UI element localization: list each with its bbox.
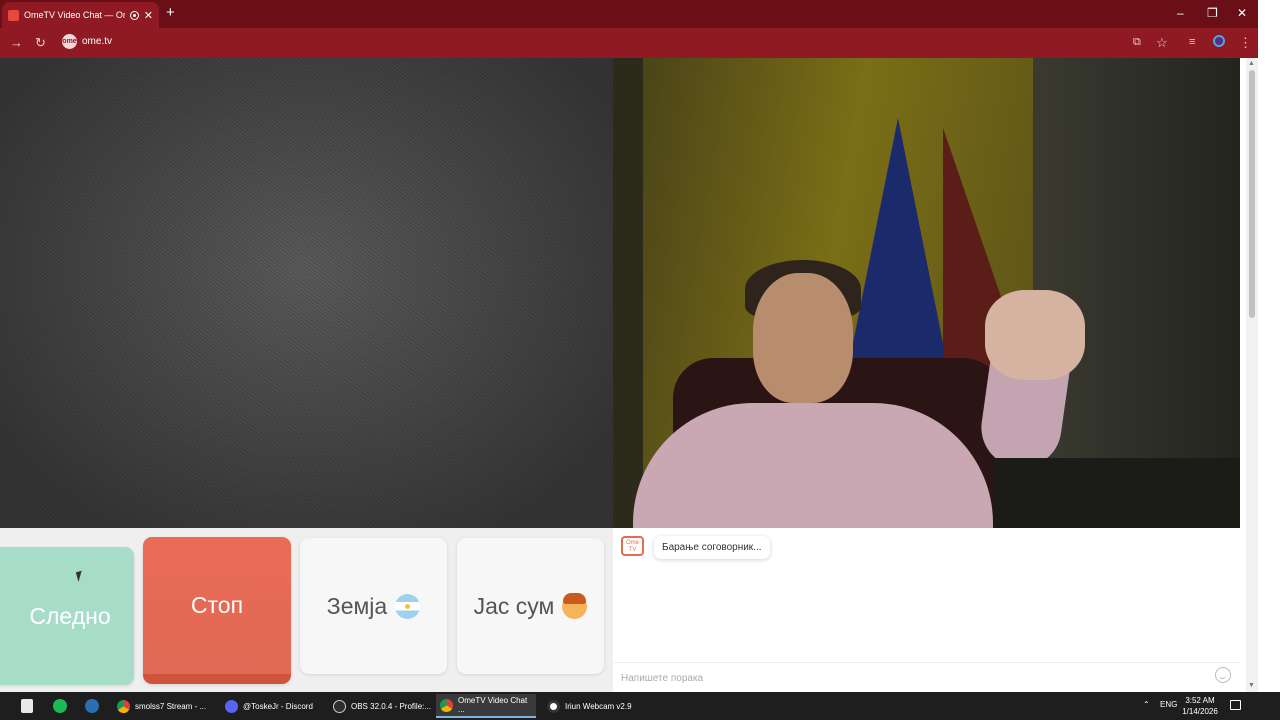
notifications-icon[interactable] [1230,700,1241,710]
chat-panel: Ome TV Барање соговорник... [613,528,1240,692]
cast-icon[interactable]: ⧉ [1133,35,1141,50]
control-buttons: Следно Стоп Земја Јас сум [0,528,613,692]
scroll-up-icon[interactable]: ▲ [1248,60,1255,68]
clock[interactable]: 3:52 AM 1/14/2026 [1180,695,1220,717]
clock-time: 3:52 AM [1185,696,1215,705]
taskbar-item-ometv[interactable]: OmeTV Video Chat ... [436,694,536,718]
minimize-button[interactable]: – [1177,6,1184,20]
screen-edge [1258,0,1280,692]
next-label: Следно [29,602,111,629]
taskbar-item-iriun[interactable]: Iriun Webcam v2.9 [543,694,643,718]
bookmark-star-icon[interactable]: ☆ [1156,35,1168,50]
site-info-icon[interactable]: ome [62,34,77,49]
gender-button[interactable]: Јас сум [457,538,604,674]
discord-icon [225,699,238,713]
reload-icon[interactable]: ↻ [35,35,46,50]
country-label: Земја [326,592,388,619]
taskbar-item-label: @ToskeJr - Discord [243,701,313,711]
tray-chevron-icon[interactable]: ⌃ [1143,700,1150,709]
address-bar[interactable]: ome.tv [82,36,112,47]
boy-emoji-icon [562,592,588,619]
media-icon[interactable]: ≡ [1189,35,1195,50]
scroll-down-icon[interactable]: ▼ [1248,682,1255,690]
taskbar-item-obs[interactable]: OBS 32.0.4 - Profile:... [329,694,434,718]
close-window-button[interactable]: ✕ [1237,6,1247,20]
taskbar-item-label: OBS 32.0.4 - Profile:... [351,701,432,711]
iriun-icon [547,699,560,713]
taskbar-item-chrome-stream[interactable]: smolss7 Stream - ... [113,694,218,718]
country-button[interactable]: Земја [300,538,447,674]
recording-indicator-icon [129,10,139,20]
tab-ometv[interactable]: OmeTV Video Chat — Ome ✕ [2,2,159,28]
status-message: Барање соговорник... [654,536,770,559]
windows-taskbar: smolss7 Stream - ... @ToskeJr - Discord … [0,692,1280,720]
chrome-icon [440,698,453,712]
stranger-video-static [0,58,613,528]
new-tab-button[interactable]: + [166,5,175,21]
profile-icon[interactable] [1213,35,1225,47]
steam-icon[interactable] [85,699,99,713]
screen: OmeTV Video Chat — Ome ✕ + – ❐ ✕ → ↻ ⧉ ☆… [0,0,1280,720]
scroll-thumb[interactable] [1249,70,1255,318]
language-indicator[interactable]: ENG [1160,700,1177,709]
ometv-logo-icon: Ome TV [621,536,644,556]
clock-date: 1/14/2026 [1182,707,1218,716]
tab-title: OmeTV Video Chat — Ome [24,10,125,20]
menu-icon[interactable]: ⋮ [1239,35,1252,50]
stop-button[interactable]: Стоп [143,537,291,684]
browser-tab-bar: OmeTV Video Chat — Ome ✕ + – ❐ ✕ [0,0,1258,28]
message-input[interactable] [621,670,1201,686]
message-bar [613,662,1240,692]
gender-label: Јас сум [473,592,555,619]
taskbar-item-label: smolss7 Stream - ... [135,701,207,711]
epic-games-icon[interactable] [21,699,33,713]
next-button[interactable]: Следно [0,547,134,685]
stop-label: Стоп [190,592,244,618]
taskbar-item-label: OmeTV Video Chat ... [458,696,528,714]
taskbar-item-discord[interactable]: @ToskeJr - Discord [221,694,326,718]
taskbar-item-label: Iriun Webcam v2.9 [565,701,632,711]
ometv-page: Следно Стоп Земја Јас сум Ome TV Барање … [0,58,1246,692]
maximize-button[interactable]: ❐ [1207,6,1218,20]
argentina-flag-icon [395,593,421,619]
page-scrollbar[interactable]: ▲ ▼ [1246,58,1258,692]
forward-icon[interactable]: → [10,35,23,50]
remote-webcam-video [613,58,1240,528]
spotify-icon[interactable] [53,699,67,713]
obs-icon [333,699,346,713]
chrome-icon [117,699,130,713]
browser-toolbar: → ↻ ⧉ ☆ ≡ ⋮ [0,28,1258,58]
tab-close-icon[interactable]: ✕ [144,9,153,22]
emoji-icon[interactable] [1215,667,1231,683]
ometv-favicon-icon [8,9,19,21]
